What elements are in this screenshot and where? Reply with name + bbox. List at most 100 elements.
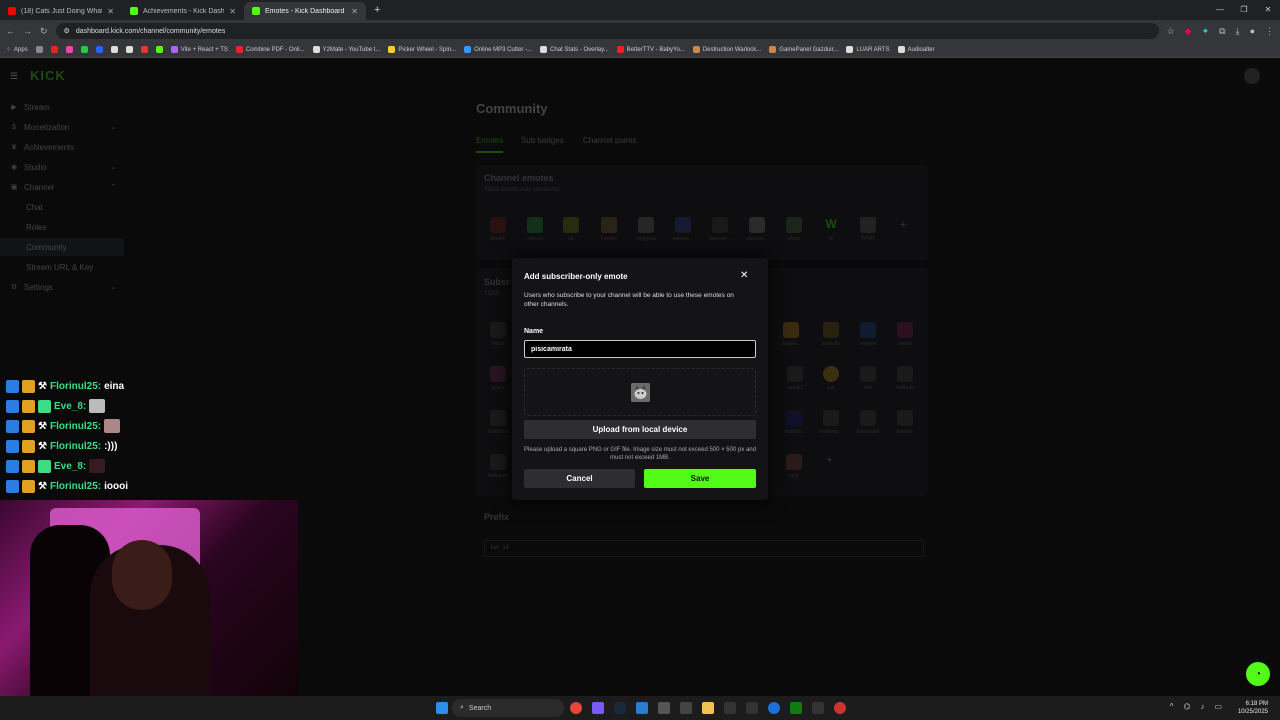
sidebar-item-monetization[interactable]: $ Monetization ⌄	[0, 118, 124, 136]
extensions-puzzle-icon[interactable]: ⧉	[1219, 26, 1225, 37]
volume-icon[interactable]: ♪	[1200, 702, 1204, 711]
sidebar-item-channel[interactable]: ▣ Channel ⌃	[0, 178, 124, 196]
tab-channel-points[interactable]: Channel points	[583, 136, 636, 145]
emote-tile[interactable]: ollercat	[522, 217, 548, 242]
browser-tab-emotes[interactable]: Emotes - Kick Dashboard ✕	[244, 2, 366, 20]
bookmark-icon[interactable]	[35, 46, 43, 53]
bookmark-apps[interactable]: ⁘ Apps	[6, 46, 28, 54]
emote-tile[interactable]: tedicelba	[485, 410, 511, 435]
bookmark-combine-pdf[interactable]: Combine PDF - Onli...	[235, 46, 305, 53]
emote-tile[interactable]: tetsut	[485, 322, 511, 347]
app-icon[interactable]	[746, 702, 758, 714]
emote-name-input[interactable]	[524, 340, 756, 358]
kick-logo[interactable]: KICK	[30, 68, 66, 83]
emote-tile[interactable]: tedobnsell	[855, 410, 881, 435]
emote-tile[interactable]: WW	[818, 217, 844, 242]
close-icon[interactable]: ✕	[740, 270, 748, 281]
emote-tile[interactable]: noparte	[855, 322, 881, 347]
user-avatar[interactable]	[1244, 68, 1260, 84]
sidebar-item-studio[interactable]: ◉ Studio ⌄	[0, 158, 124, 176]
file-explorer-icon[interactable]	[702, 702, 714, 714]
cancel-button[interactable]: Cancel	[524, 469, 635, 488]
emote-tile[interactable]: tedinerg...	[818, 410, 844, 435]
emote-tile[interactable]: pisicavo...	[744, 217, 770, 242]
browser-tab-achievements[interactable]: Achievements - Kick Dashboard ✕	[122, 2, 244, 20]
sidebar-item-stream[interactable]: ▶ Stream	[0, 98, 124, 116]
pinterest-bookmark-icon[interactable]	[140, 46, 148, 53]
upload-dropzone[interactable]	[524, 368, 756, 416]
emote-tile[interactable]: tedinoate	[485, 454, 511, 479]
emote-tile[interactable]: lauglie...	[778, 322, 804, 347]
sidebar-item-community[interactable]: Community	[0, 238, 124, 256]
emote-tile[interactable]: CE	[558, 217, 584, 242]
prefix-input[interactable]: ket_14	[484, 540, 924, 557]
emote-tile[interactable]: almuth	[485, 217, 511, 242]
bookmark-vite[interactable]: Vite + React + TS	[170, 46, 228, 53]
site-info-icon[interactable]: ⚙	[64, 27, 70, 35]
minimize-icon[interactable]: —	[1208, 0, 1232, 20]
upload-from-device-button[interactable]: Upload from local device	[524, 420, 756, 439]
emote-tile[interactable]: sadgycat	[633, 217, 659, 242]
close-window-icon[interactable]: ✕	[1256, 0, 1280, 20]
reload-icon[interactable]: ↻	[40, 26, 48, 37]
app-icon[interactable]	[768, 702, 780, 714]
bookmark-picker-wheel[interactable]: Picker Wheel - Spin...	[388, 46, 456, 53]
whatsapp-bookmark-icon[interactable]	[80, 46, 88, 53]
bookmark-y2mate[interactable]: Y2Mate - YouTube t...	[312, 46, 380, 53]
chevron-up-icon[interactable]: ^	[1170, 702, 1174, 711]
vscode-icon[interactable]	[636, 702, 648, 714]
bookmark-audioalter[interactable]: Audioalter	[897, 46, 935, 53]
forward-icon[interactable]: →	[23, 26, 32, 36]
emote-tile[interactable]: sob	[818, 366, 844, 391]
sidebar-item-chat[interactable]: Chat	[0, 198, 124, 216]
emote-tile[interactable]: tedibule	[892, 366, 918, 391]
app-icon[interactable]	[680, 702, 692, 714]
emote-tile[interactable]: tedimba	[781, 410, 807, 435]
start-icon[interactable]	[436, 702, 448, 714]
xbox-icon[interactable]	[790, 702, 802, 714]
network-icon[interactable]: ⌬	[1183, 702, 1190, 711]
kick-bookmark-icon[interactable]	[155, 46, 163, 53]
close-tab-icon[interactable]: ✕	[229, 7, 236, 16]
bookmark-warlock[interactable]: Destruction Warlock...	[692, 46, 761, 53]
close-tab-icon[interactable]: ✕	[351, 7, 358, 16]
youtube-bookmark-icon[interactable]	[50, 46, 58, 53]
bookmark-mp3-cutter[interactable]: Online MP3 Cutter -...	[464, 46, 532, 53]
maximize-icon[interactable]: ❐	[1232, 0, 1256, 20]
browser-tab-youtube[interactable]: (18) Cats Just Doing What Cats ✕	[0, 2, 122, 20]
sidebar-item-roles[interactable]: Roles	[0, 218, 124, 236]
new-tab-button[interactable]: +	[366, 4, 388, 16]
tab-sub-badges[interactable]: Sub badges	[521, 136, 564, 145]
emote-tile[interactable]: lockedin	[818, 322, 844, 347]
sidebar-item-stream-url-key[interactable]: Stream URL & Key	[0, 258, 124, 276]
add-emote-icon[interactable]: +	[900, 219, 906, 231]
emote-tile[interactable]: sparkl2	[782, 366, 808, 391]
extension-icon[interactable]: ◆	[1185, 26, 1192, 37]
emote-tile[interactable]: plslsk	[781, 217, 807, 242]
sidebar-item-settings[interactable]: ⚙ Settings ⌄	[0, 278, 124, 296]
bookmark-star-icon[interactable]: ☆	[1167, 26, 1175, 37]
emote-tile[interactable]: peepos...	[670, 217, 696, 242]
emote-tile[interactable]: nebut	[892, 322, 918, 347]
steam-icon[interactable]	[614, 702, 626, 714]
emote-tile[interactable]: picica	[485, 366, 511, 391]
app-icon[interactable]	[724, 702, 736, 714]
instagram-bookmark-icon[interactable]	[65, 46, 73, 53]
hamburger-icon[interactable]: ☰	[10, 71, 18, 82]
url-field[interactable]: ⚙ dashboard.kick.com/channel/community/e…	[55, 23, 1159, 39]
emote-tile[interactable]: tedrade	[892, 410, 918, 435]
add-sub-emote-icon[interactable]: +	[826, 454, 832, 466]
support-chat-button[interactable]: ◔	[1246, 662, 1270, 686]
app-icon[interactable]	[658, 702, 670, 714]
emote-tile[interactable]: tedy	[781, 454, 807, 479]
profile-icon[interactable]: ●	[1250, 26, 1255, 37]
emote-tile[interactable]: pepener...	[707, 217, 733, 242]
back-icon[interactable]: ←	[6, 26, 15, 36]
close-tab-icon[interactable]: ✕	[107, 7, 114, 16]
tab-emotes[interactable]: Emotes	[476, 136, 504, 153]
bookmark-luar-arts[interactable]: LUAR ARTS	[846, 46, 890, 53]
bookmark-gamepanel[interactable]: GamePanel Gazduir...	[769, 46, 838, 53]
emote-tile[interactable]: frontflip	[596, 217, 622, 242]
bookmark-chat-stats[interactable]: Chat Stats - Overlay...	[540, 46, 609, 53]
tiktok-bookmark-icon[interactable]	[125, 46, 133, 53]
